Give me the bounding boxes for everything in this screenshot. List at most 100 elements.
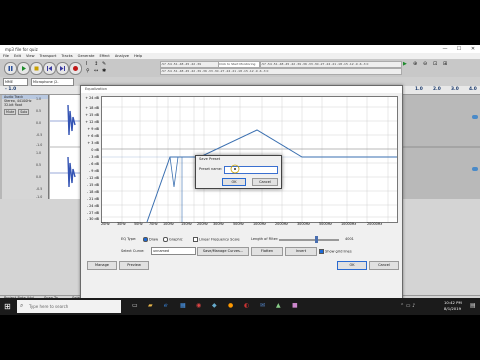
track-gain-handle[interactable] — [472, 115, 478, 119]
menu-view[interactable]: View — [26, 54, 35, 58]
amplitude-tick: -0.5 — [36, 187, 43, 191]
mute-button[interactable]: Mute — [4, 108, 17, 115]
graphic-radio[interactable] — [163, 237, 168, 242]
app-icon[interactable]: ◆ — [212, 302, 217, 309]
flatten-button[interactable]: Flatten — [251, 247, 283, 256]
db-label: 0 dB — [91, 148, 99, 152]
monitor-prompt[interactable]: Click to Start Monitoring — [218, 61, 260, 68]
play-button[interactable] — [17, 62, 30, 75]
play-at-speed-icon[interactable]: ▶ — [403, 61, 407, 67]
pause-button[interactable] — [4, 62, 17, 75]
amplitude-tick: -1.0 — [36, 195, 43, 199]
close-button[interactable]: ✕ — [466, 45, 480, 53]
chrome-icon[interactable]: ◉ — [196, 302, 201, 309]
multi-tool-icon[interactable]: ✱ — [102, 68, 106, 74]
notifications-icon[interactable]: ▤ — [470, 302, 476, 309]
tray-icons[interactable]: ⌃ ▭ ♪ — [400, 303, 415, 309]
solo-button[interactable]: Solo — [18, 108, 30, 115]
draw-radio[interactable] — [143, 237, 148, 242]
zoom-in-icon[interactable]: ⊕ — [413, 61, 417, 67]
ok-button[interactable]: OK — [337, 261, 367, 270]
transport-toolbar: I ↕ ✎ ⚲ ↔ ✱ -57 -54 -51 -48 -45 -42 -39 … — [0, 59, 480, 78]
menu-effect[interactable]: Effect — [99, 54, 109, 58]
audio-host-select[interactable]: MME — [3, 78, 28, 86]
menu-generate[interactable]: Generate — [78, 54, 95, 58]
stop-button[interactable] — [30, 62, 43, 75]
db-axis: + 24 dB + 18 dB + 15 dB + 12 dB + 9 dB +… — [82, 96, 100, 221]
db-label: - 3 dB — [88, 155, 99, 159]
fit-project-icon[interactable]: ⊞ — [443, 61, 447, 67]
eq-type-graphic[interactable]: Graphic — [163, 237, 183, 242]
skip-start-button[interactable] — [43, 62, 56, 75]
zoom-out-icon[interactable]: ⊖ — [423, 61, 427, 67]
app3-icon[interactable]: ■ — [292, 302, 298, 309]
fit-selection-icon[interactable]: ⊡ — [433, 61, 437, 67]
clock-time[interactable]: 10:42 PM — [444, 300, 462, 305]
menu-analyze[interactable]: Analyze — [115, 54, 129, 58]
start-icon[interactable]: ⊞ — [4, 302, 11, 311]
filter-length-slider[interactable] — [279, 239, 339, 241]
curve-select[interactable]: unnamed — [151, 247, 196, 255]
waveform[interactable] — [50, 95, 80, 199]
audacity-taskbar-icon[interactable]: ◐ — [244, 302, 249, 309]
recording-device-select[interactable]: Microphone (2- — [31, 78, 74, 86]
maximize-button[interactable]: ☐ — [452, 45, 466, 53]
skip-end-button[interactable] — [56, 62, 69, 75]
preset-name-label: Preset name: — [199, 167, 223, 171]
menu-tracks[interactable]: Tracks — [61, 54, 72, 58]
manage-button[interactable]: Manage — [87, 261, 117, 270]
save-preset-dialog: Save Preset Preset name: OK Cancel — [195, 155, 282, 189]
explorer-icon[interactable]: ▰ — [148, 302, 153, 309]
db-label: - 9 dB — [88, 169, 99, 173]
linear-scale-box[interactable] — [193, 237, 198, 242]
show-grid-box[interactable] — [319, 249, 324, 254]
db-label: - 24 dB — [86, 204, 99, 208]
playback-meter-scale: -57 -54 -51 -48 -45 -42 -39 -36 -33 -30 … — [160, 68, 402, 75]
eq-type-draw[interactable]: Draw — [143, 237, 158, 242]
invert-button[interactable]: Invert — [285, 247, 317, 256]
hz-label: 20Hz — [101, 222, 110, 226]
track-pan-handle[interactable] — [472, 167, 478, 171]
show-grid-checkbox[interactable]: Show grid lines — [319, 249, 352, 254]
timeshift-tool-icon[interactable]: ↔ — [94, 68, 98, 74]
record-icon — [73, 66, 78, 71]
store-icon[interactable]: ▦ — [180, 302, 186, 309]
hz-label: 150Hz — [181, 222, 192, 226]
task-view-icon[interactable]: ▭ — [132, 302, 138, 309]
hz-label: 5000Hz — [319, 222, 332, 226]
selection-tool-icon[interactable]: I — [86, 61, 87, 67]
window-controls: — ☐ ✕ — [438, 45, 480, 53]
menu-transport[interactable]: Transport — [40, 54, 57, 58]
search-box[interactable]: ⌕ Type here to search — [17, 300, 121, 313]
envelope-tool-icon[interactable]: ↕ — [94, 61, 98, 67]
record-button[interactable] — [69, 62, 82, 75]
tools-panel: I ↕ ✎ ⚲ ↔ ✱ — [86, 61, 146, 75]
clock-date[interactable]: 8/1/2019 — [444, 306, 461, 311]
filter-length-thumb[interactable] — [315, 236, 318, 243]
title-bar: mp3 file for quiz — ☐ ✕ — [0, 45, 480, 53]
save-manage-curves-button[interactable]: Save/Manage Curves... — [197, 247, 249, 256]
minimize-button[interactable]: — — [438, 45, 452, 53]
zoom-tool-icon[interactable]: ⚲ — [86, 68, 90, 74]
select-curve-label: Select Curve: — [121, 249, 145, 253]
menu-edit[interactable]: Edit — [14, 54, 21, 58]
draw-tool-icon[interactable]: ✎ — [102, 61, 106, 67]
draw-label: Draw — [149, 237, 159, 242]
preset-cancel-button[interactable]: Cancel — [252, 178, 278, 186]
edge-icon[interactable]: ℯ — [164, 302, 168, 309]
dialog-title: Equalization — [85, 87, 108, 91]
db-label: + 12 dB — [85, 120, 99, 124]
db-label: - 30 dB — [86, 217, 99, 221]
linear-scale-checkbox[interactable]: Linear Frequency Scale — [193, 237, 240, 242]
amplitude-tick: 1.0 — [36, 97, 42, 101]
cancel-button[interactable]: Cancel — [369, 261, 399, 270]
preview-button[interactable]: Preview — [119, 261, 149, 270]
app2-icon[interactable]: ▲ — [276, 302, 281, 309]
firefox-icon[interactable]: ● — [228, 302, 233, 309]
preset-ok-button[interactable]: OK — [222, 178, 246, 186]
track-right-waveform — [400, 95, 480, 199]
menu-help[interactable]: Help — [134, 54, 142, 58]
menu-file[interactable]: File — [3, 54, 9, 58]
mail-icon[interactable]: ✉ — [260, 302, 265, 309]
search-placeholder: Type here to search — [29, 304, 69, 309]
